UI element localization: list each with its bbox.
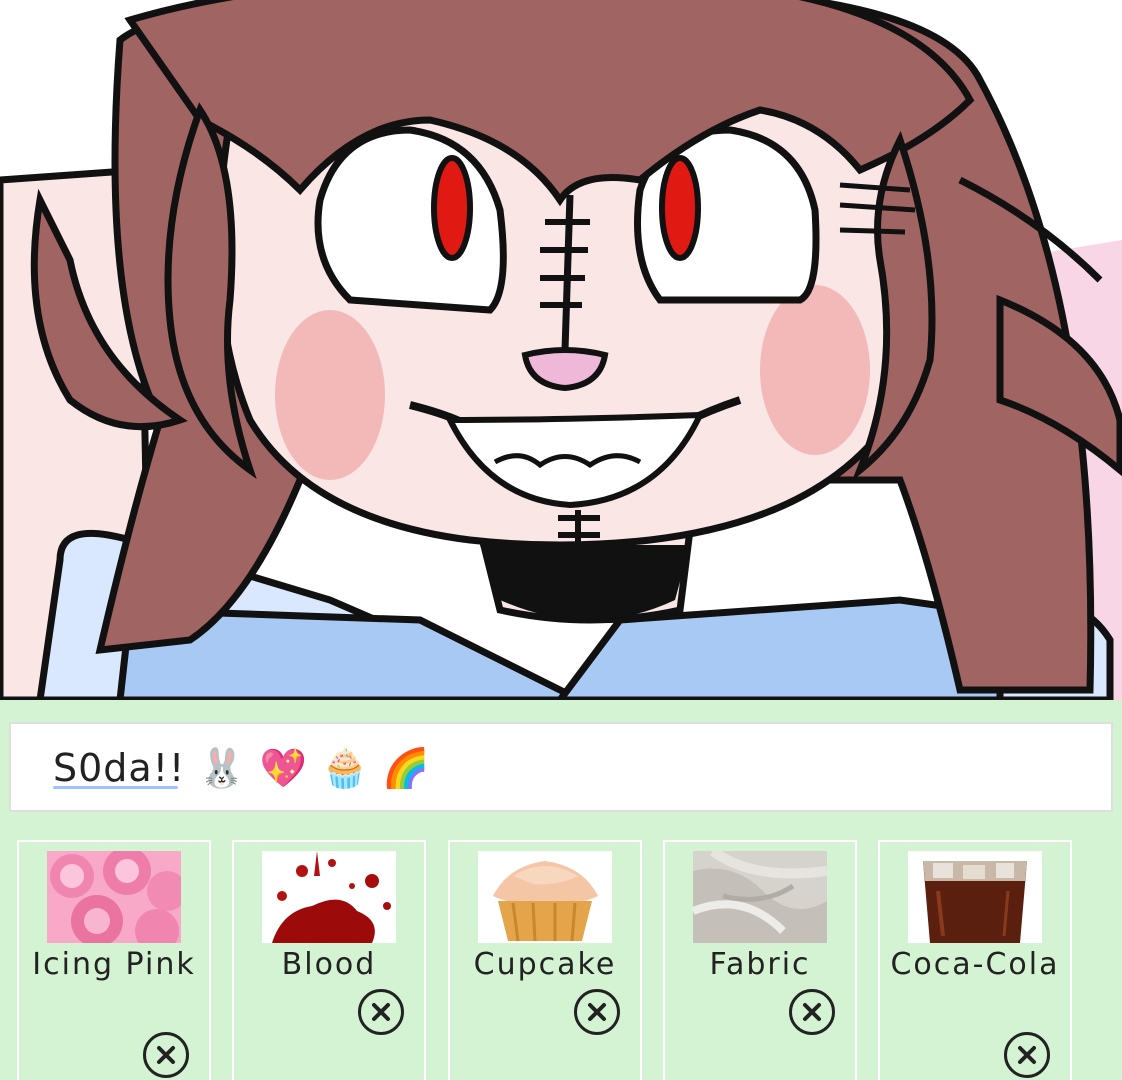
close-circle-icon[interactable] — [789, 989, 835, 1035]
chip-label: Icing Pink — [32, 947, 196, 982]
chip-blood[interactable]: Blood — [232, 840, 426, 1080]
cupcake-image — [478, 851, 612, 943]
chip-cupcake[interactable]: Cupcake — [448, 840, 642, 1080]
chip-label: Cupcake — [473, 947, 617, 982]
character-artwork — [0, 0, 1122, 700]
search-input[interactable]: S0da!! 🐰 💖 🧁 🌈 — [9, 722, 1113, 812]
close-circle-icon[interactable] — [358, 989, 404, 1035]
close-circle-icon[interactable] — [574, 989, 620, 1035]
close-circle-icon[interactable] — [143, 1032, 189, 1078]
close-circle-icon[interactable] — [1004, 1032, 1050, 1078]
cola-glass-image — [908, 851, 1042, 943]
spellcheck-underline — [53, 786, 178, 789]
suggestion-chips: Icing Pink Blood Cupcake Fabric Coca-Col… — [17, 840, 1122, 1080]
chip-fabric[interactable]: Fabric — [663, 840, 857, 1080]
chip-icing-pink[interactable]: Icing Pink — [17, 840, 211, 1080]
pink-icing-image — [47, 851, 181, 943]
fabric-image — [693, 851, 827, 943]
blood-splatter-image — [262, 851, 396, 943]
chip-coca-cola[interactable]: Coca-Cola — [878, 840, 1072, 1080]
chip-label: Blood — [281, 947, 377, 982]
chip-label: Fabric — [709, 947, 811, 982]
chip-label: Coca-Cola — [890, 947, 1060, 982]
